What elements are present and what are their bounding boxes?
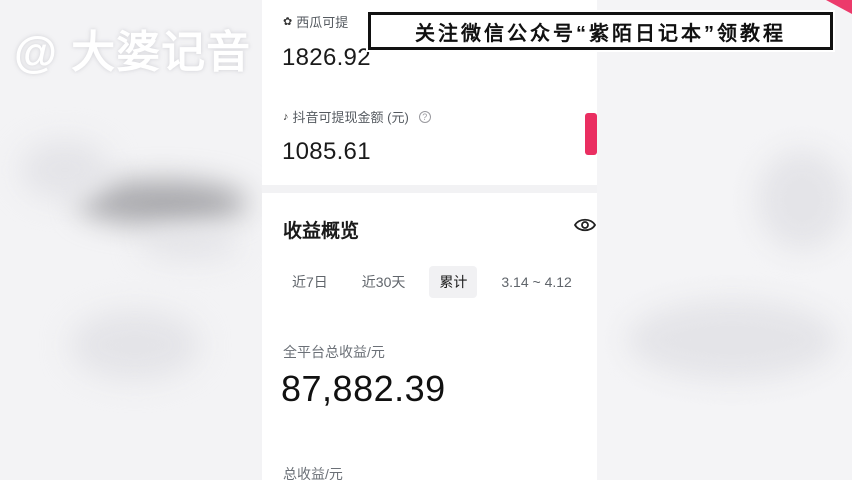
blurred-shape [627, 300, 837, 380]
douyin-label-row: ♪ 抖音可提现金额 (元) ? [283, 107, 431, 126]
watermark: @ 大婆记音 [14, 28, 252, 77]
sub-earnings-label: 总收益/元 [283, 466, 343, 480]
blurred-shape [78, 180, 248, 225]
screen: @ 大婆记音 ✿ 西瓜可提 1826.92 ♪ 抖音可提现金额 (元) ? 10… [0, 0, 852, 480]
tab-date-range[interactable]: 3.14 ~ 4.12 [491, 268, 581, 296]
tab-cumulative[interactable]: 累计 [429, 266, 478, 298]
promo-banner: 关注微信公众号“紫陌日记本”领教程 [368, 12, 833, 50]
blurred-shape [20, 140, 110, 200]
xigua-label: 西瓜可提 [296, 15, 349, 30]
overview-title: 收益概览 [283, 221, 360, 242]
douyin-amount: 1085.61 [282, 138, 371, 165]
help-icon[interactable]: ? [418, 110, 431, 123]
withdraw-button[interactable] [585, 113, 597, 155]
eye-icon[interactable] [574, 216, 596, 234]
blurred-background-left: @ 大婆记音 [0, 0, 262, 480]
blurred-background-right [597, 0, 852, 480]
blurred-shape [140, 230, 240, 260]
total-earnings-label: 全平台总收益/元 [283, 344, 385, 360]
douyin-icon: ♪ [283, 110, 289, 123]
period-tabs: 近7日 近30天 累计 3.14 ~ 4.12 [282, 266, 596, 298]
xigua-icon: ✿ [283, 16, 293, 28]
section-divider [262, 185, 597, 193]
total-earnings-value: 87,882.39 [281, 368, 446, 409]
earnings-panel: ✿ 西瓜可提 1826.92 ♪ 抖音可提现金额 (元) ? 1085.61 收… [262, 0, 597, 480]
xigua-amount: 1826.92 [282, 44, 371, 71]
tab-30-days[interactable]: 近30天 [352, 266, 416, 298]
promo-banner-text: 关注微信公众号“紫陌日记本”领教程 [415, 22, 786, 45]
blurred-shape [70, 310, 200, 380]
blurred-shape [757, 150, 847, 250]
douyin-label: 抖音可提现金额 (元) [292, 110, 409, 125]
xigua-label-row: ✿ 西瓜可提 [283, 12, 348, 31]
tab-7-days[interactable]: 近7日 [282, 266, 338, 298]
